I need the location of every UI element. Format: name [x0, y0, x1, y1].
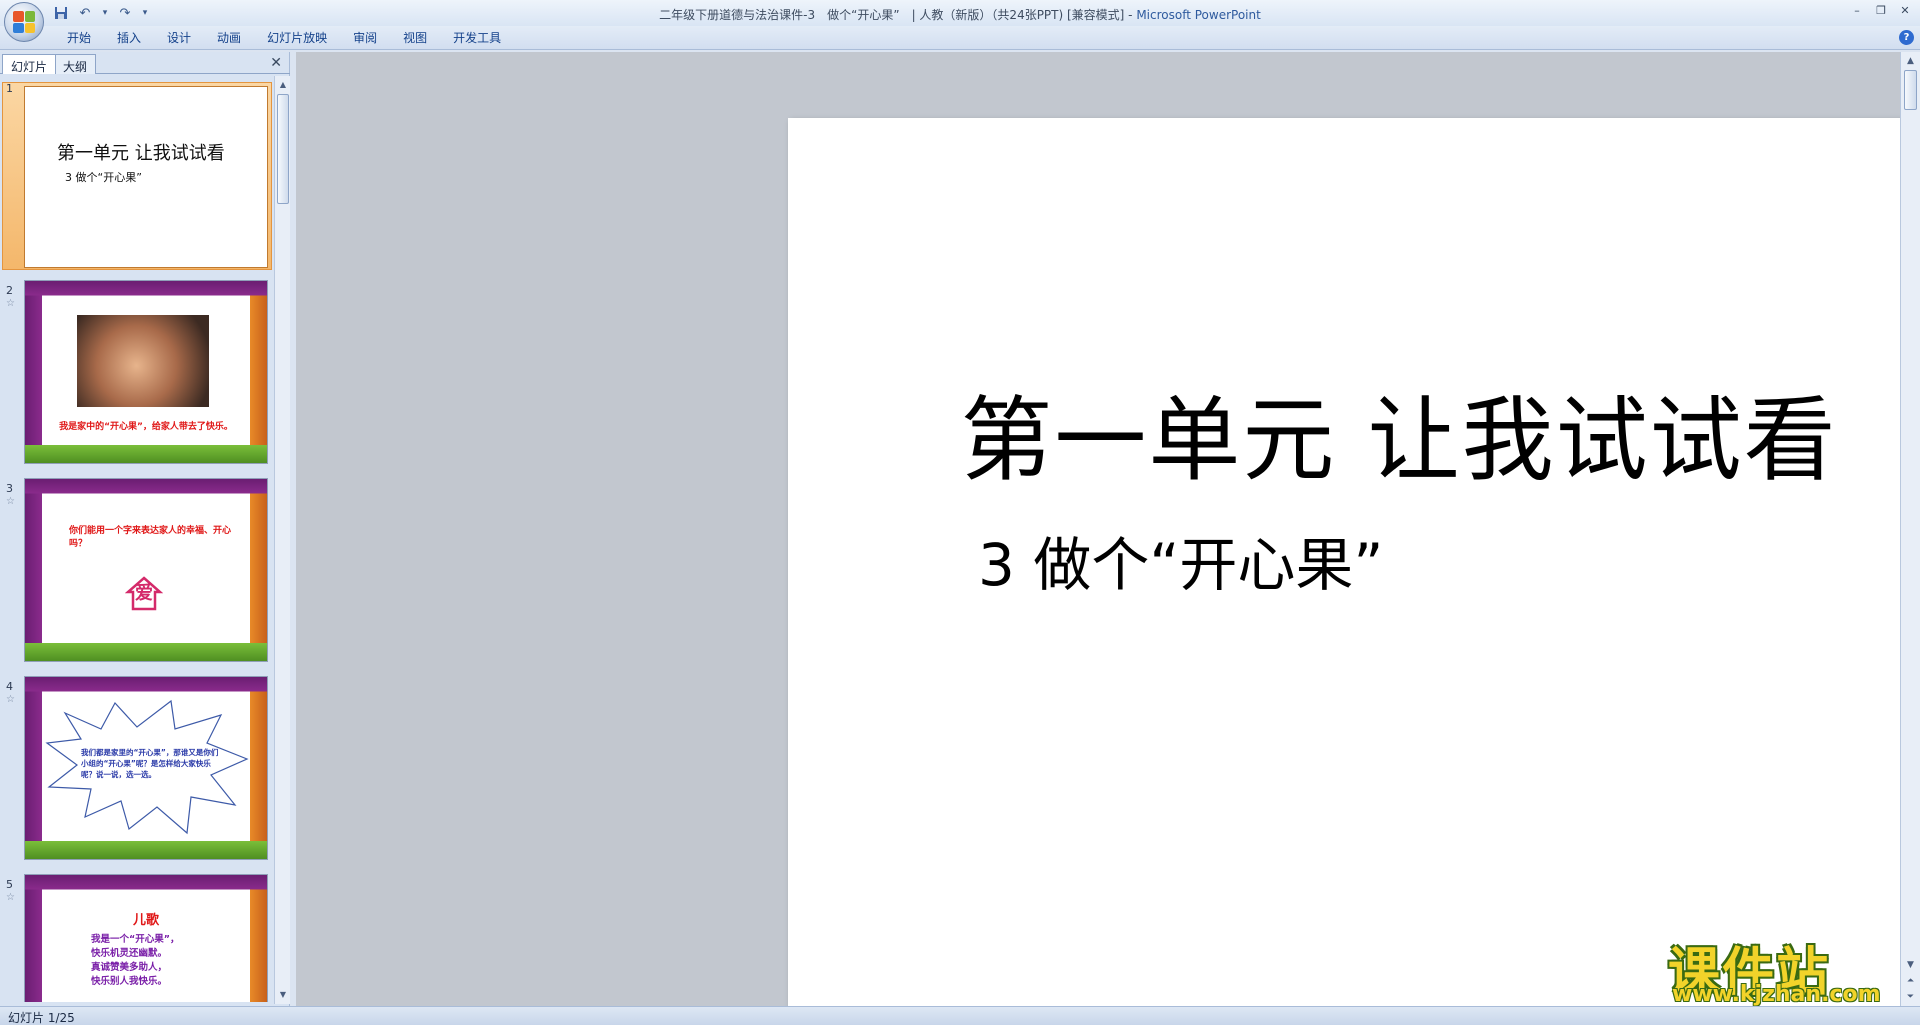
panel-tabs: 幻灯片 大纲 ✕	[0, 52, 290, 74]
hands-photo	[77, 315, 209, 407]
animation-star-icon: ☆	[6, 694, 15, 705]
tab-animations[interactable]: 动画	[204, 29, 254, 47]
slide-thumbnail-1[interactable]: 1 第一单元 让我试试看 3 做个“开心果”	[0, 76, 272, 270]
current-slide[interactable]: 第一单元 让我试试看 3 做个“开心果”	[788, 118, 1920, 1025]
slide-thumbnail-4[interactable]: 4 ☆ 我们都是家里的“开心果”，那谁又是你们小组的“开心果”呢？是怎样给大家快…	[0, 674, 272, 864]
scrollbar-thumb[interactable]	[277, 94, 289, 204]
thumbnail-frame: 你们能用一个字来表达家人的幸福、开心吗？ 爱	[24, 478, 268, 662]
office-button[interactable]	[4, 2, 44, 42]
tab-outline[interactable]: 大纲	[54, 54, 97, 74]
scroll-up-icon[interactable]: ▲	[1903, 54, 1918, 68]
tab-home[interactable]: 开始	[54, 29, 104, 47]
tab-design[interactable]: 设计	[154, 29, 204, 47]
song-line: 我是一个“开心果”，	[91, 934, 180, 945]
app-name: Microsoft PowerPoint	[1136, 8, 1261, 22]
ribbon-tabs: 开始 插入 设计 动画 幻灯片放映 审阅 视图 开发工具	[54, 29, 514, 47]
love-house-icon: 爱	[125, 575, 163, 613]
status-bar: 幻灯片 1/25	[0, 1006, 1920, 1025]
tab-review[interactable]: 审阅	[340, 29, 390, 47]
slide-subtitle[interactable]: 3 做个“开心果”	[978, 518, 1383, 602]
thumb-title: 第一单元 让我试试看	[57, 143, 225, 164]
title-bar: ↶ ▾ ↷ ▾ 二年级下册道德与法治课件-3 做个“开心果” | 人教（新版）（…	[0, 0, 1920, 42]
thumbnail-frame: 我们都是家里的“开心果”，那谁又是你们小组的“开心果”呢？是怎样给大家快乐呢？说…	[24, 676, 268, 860]
panel-close-icon[interactable]: ✕	[270, 55, 282, 71]
office-logo-icon	[13, 11, 35, 33]
slide-editor: 第一单元 让我试试看 3 做个“开心果”	[296, 52, 1920, 1025]
previous-slide-icon[interactable]: ⏶	[1903, 974, 1918, 988]
slide-thumbnail-5[interactable]: 5 ☆ 儿歌 我是一个“开心果”， 快乐机灵还幽默。 真诚赞美多助人， 快乐别人…	[0, 872, 272, 1002]
slide-number: 4	[6, 680, 13, 693]
scroll-down-icon[interactable]: ▼	[276, 988, 290, 1002]
tab-slide-show[interactable]: 幻灯片放映	[254, 29, 340, 47]
slide-number: 2	[6, 284, 13, 297]
song-line: 快乐机灵还幽默。	[91, 948, 168, 959]
help-icon[interactable]: ?	[1899, 30, 1914, 45]
tab-view[interactable]: 视图	[390, 29, 440, 47]
animation-star-icon: ☆	[6, 496, 15, 507]
slide-title[interactable]: 第一单元 让我试试看	[788, 366, 1920, 499]
scrollbar-thumb[interactable]	[1904, 70, 1917, 110]
thumbnails-scrollbar[interactable]: ▲ ▼	[274, 76, 290, 1004]
animation-star-icon: ☆	[6, 892, 15, 903]
thumb-song-title: 儿歌	[132, 913, 159, 928]
thumb-content-area	[43, 495, 249, 641]
watermark-logo: 课件站 www.kjzhan.com	[1668, 930, 1900, 1007]
slide-thumbnail-3[interactable]: 3 ☆ 你们能用一个字来表达家人的幸福、开心吗？ 爱	[0, 476, 272, 666]
watermark-url: www.kjzhan.com	[1672, 982, 1881, 1007]
slide-thumbnail-2[interactable]: 2 ☆ 我是家中的“开心果”，给家人带去了快乐。	[0, 278, 272, 468]
slide-number: 1	[6, 82, 13, 95]
song-line: 快乐别人我快乐。	[91, 976, 168, 987]
scroll-down-icon[interactable]: ▼	[1903, 958, 1918, 972]
thumbnail-frame: 儿歌 我是一个“开心果”， 快乐机灵还幽默。 真诚赞美多助人， 快乐别人我快乐。	[24, 874, 268, 1002]
ribbon: 开始 插入 设计 动画 幻灯片放映 审阅 视图 开发工具 ?	[0, 26, 1920, 50]
thumb-caption: 我是家中的“开心果”，给家人带去了快乐。	[59, 422, 233, 432]
window-controls: – ❐ ✕	[1846, 2, 1916, 18]
next-slide-icon[interactable]: ⏷	[1903, 990, 1918, 1004]
tab-developer[interactable]: 开发工具	[440, 29, 514, 47]
slide-number: 3	[6, 482, 13, 495]
slide-number: 5	[6, 878, 13, 891]
close-button[interactable]: ✕	[1894, 2, 1916, 18]
tab-insert[interactable]: 插入	[104, 29, 154, 47]
thumb-subtitle: 3 做个“开心果”	[65, 171, 142, 184]
document-title: 二年级下册道德与法治课件-3 做个“开心果” | 人教（新版）（共24张PPT)…	[659, 8, 1137, 22]
restore-button[interactable]: ❐	[1870, 2, 1892, 18]
editor-scrollbar[interactable]: ▲ ▼ ⏶ ⏷	[1900, 52, 1920, 1006]
thumb-starburst-text: 我们都是家里的“开心果”，那谁又是你们小组的“开心果”呢？是怎样给大家快乐呢？说…	[81, 748, 219, 779]
song-line: 真诚赞美多助人，	[91, 962, 168, 973]
animation-star-icon: ☆	[6, 298, 15, 309]
slides-panel: 幻灯片 大纲 ✕ 1 第一单元 让我试试看 3 做个“开心果” 2 ☆ 我是家中…	[0, 52, 290, 1006]
thumbnail-frame: 第一单元 让我试试看 3 做个“开心果”	[24, 86, 268, 268]
love-character: 爱	[135, 583, 153, 604]
slide-counter: 幻灯片 1/25	[8, 1011, 75, 1025]
window-title: 二年级下册道德与法治课件-3 做个“开心果” | 人教（新版）（共24张PPT)…	[0, 6, 1920, 23]
slide-thumbnails: 1 第一单元 让我试试看 3 做个“开心果” 2 ☆ 我是家中的“开心果”，给家…	[0, 76, 272, 1002]
thumbnail-frame: 我是家中的“开心果”，给家人带去了快乐。	[24, 280, 268, 464]
tab-slides[interactable]: 幻灯片	[2, 54, 57, 74]
thumb-question: 你们能用一个字来表达家人的幸福、开心吗？	[69, 526, 232, 549]
scroll-up-icon[interactable]: ▲	[276, 78, 290, 92]
minimize-button[interactable]: –	[1846, 2, 1868, 18]
